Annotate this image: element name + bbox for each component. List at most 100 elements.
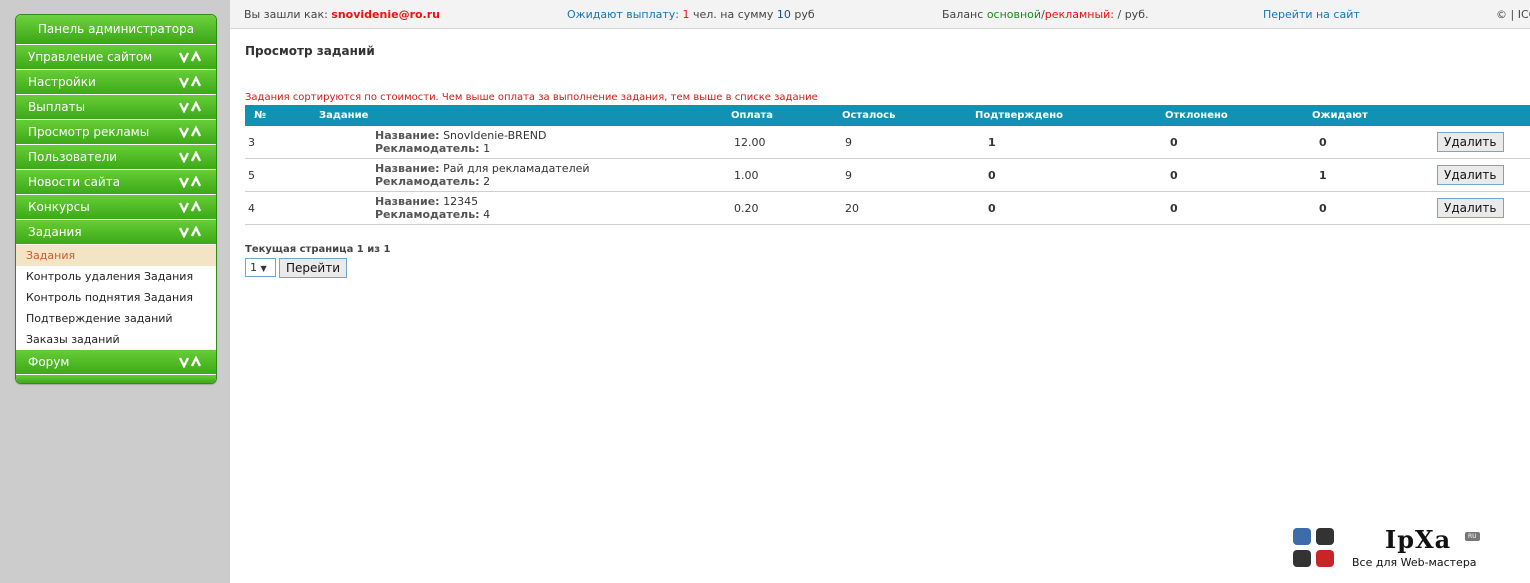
cell-remaining: 9	[833, 158, 966, 192]
submenu-item-delete-control[interactable]: Контроль удаления Задания	[16, 266, 216, 287]
menu-item-label: Конкурсы	[28, 200, 90, 214]
delete-button[interactable]: Удалить	[1437, 165, 1504, 185]
admin-panel: Панель администратора Управление сайтом …	[15, 14, 217, 384]
logo-badge: RU	[1465, 532, 1480, 541]
column-header-task: Задание	[310, 105, 722, 126]
cell-rejected: 0	[1156, 191, 1303, 225]
balance-info: Баланс основной/рекламный: / руб.	[942, 8, 1148, 21]
cell-rejected: 0	[1156, 126, 1303, 159]
submenu-item-task-confirmation[interactable]: Подтверждение заданий	[16, 308, 216, 329]
balance-ad: рекламный:	[1044, 8, 1114, 21]
logo-tagline: Все для Web-мастера	[1352, 556, 1477, 569]
cell-confirmed: 0	[966, 191, 1156, 225]
task-name: Рай для рекламадателей	[443, 162, 590, 175]
pending-sum: 10	[776, 8, 791, 21]
cell-task: Название: 12345 Рекламодатель: 4	[310, 191, 722, 225]
cell-waiting: 0	[1303, 126, 1434, 159]
menu-item-news[interactable]: Новости сайта	[16, 170, 216, 195]
logo-name: IpXa	[1385, 525, 1452, 554]
submenu-item-tasks[interactable]: Задания	[16, 245, 216, 266]
delete-button[interactable]: Удалить	[1437, 132, 1504, 152]
chevron-toggle-icon	[179, 356, 201, 368]
menu-item-users[interactable]: Пользователи	[16, 145, 216, 170]
table-row: 3 Название: SnovIdenie-BREND Рекламодате…	[245, 126, 1530, 159]
column-header-number: №	[245, 105, 310, 126]
menu-item-contests[interactable]: Конкурсы	[16, 195, 216, 220]
submenu-item-task-orders[interactable]: Заказы заданий	[16, 329, 216, 350]
cell-actions: Удалить	[1434, 191, 1530, 225]
cell-remaining: 20	[833, 191, 966, 225]
sort-note: Задания сортируются по стоимости. Чем вы…	[245, 92, 818, 103]
cell-number: 3	[245, 126, 310, 159]
go-button[interactable]: Перейти	[279, 258, 347, 278]
goto-site-link[interactable]: Перейти на сайт	[1263, 8, 1360, 21]
advertiser-id: 2	[483, 175, 491, 188]
chevron-toggle-icon	[179, 176, 201, 188]
advertiser-label: Рекламодатель:	[375, 142, 480, 155]
cell-waiting: 0	[1303, 191, 1434, 225]
cell-task: Название: Рай для рекламадателей Рекламо…	[310, 158, 722, 192]
tasks-submenu: Задания Контроль удаления Задания Контро…	[16, 245, 216, 350]
menu-item-forum[interactable]: Форум	[16, 350, 216, 375]
chevron-toggle-icon	[179, 51, 201, 63]
table-row: 5 Название: Рай для рекламадателей Рекла…	[245, 158, 1530, 192]
balance-label: Баланс	[942, 8, 984, 21]
delete-button[interactable]: Удалить	[1437, 198, 1504, 218]
menu-item-tasks[interactable]: Задания	[16, 220, 216, 245]
chevron-toggle-icon	[179, 226, 201, 238]
menu-item-ad-view[interactable]: Просмотр рекламы	[16, 120, 216, 145]
menu-item-label: Просмотр рекламы	[28, 125, 150, 139]
column-header-remaining: Осталось	[833, 105, 966, 126]
cell-actions: Удалить	[1434, 158, 1530, 192]
advertiser-label: Рекламодатель:	[375, 175, 480, 188]
logged-in-info: Вы зашли как: snovidenie@ro.ru	[244, 8, 440, 21]
menu-item-label: Новости сайта	[28, 175, 121, 189]
menu-item-payouts[interactable]: Выплаты	[16, 95, 216, 120]
name-label: Название:	[375, 195, 440, 208]
chevron-toggle-icon	[179, 151, 201, 163]
cell-pay: 1.00	[722, 158, 833, 192]
menu-item-label: Выплаты	[28, 100, 86, 114]
table-header-row: № Задание Оплата Осталось Подтверждено О…	[245, 105, 1530, 126]
name-label: Название:	[375, 162, 440, 175]
pending-payouts-label[interactable]: Ожидают выплату:	[567, 8, 679, 21]
cell-waiting: 1	[1303, 158, 1434, 192]
column-header-waiting: Ожидают	[1303, 105, 1434, 126]
sidebar: Панель администратора Управление сайтом …	[0, 0, 230, 583]
cell-confirmed: 0	[966, 158, 1156, 192]
balance-value: / руб.	[1117, 8, 1149, 21]
menu-item-site-management[interactable]: Управление сайтом	[16, 45, 216, 70]
cell-rejected: 0	[1156, 158, 1303, 192]
logo-squares-icon	[1293, 528, 1334, 567]
chevron-toggle-icon	[179, 201, 201, 213]
cell-pay: 12.00	[722, 126, 833, 159]
ipxa-logo[interactable]: IpXa RU Все для Web-мастера	[1290, 525, 1490, 575]
advertiser-id: 1	[483, 142, 491, 155]
task-name: SnovIdenie-BREND	[443, 129, 547, 142]
chevron-toggle-icon	[179, 101, 201, 113]
page-select-value: 1	[250, 261, 257, 274]
pager-text: Текущая страница 1 из 1	[245, 244, 391, 255]
chevron-toggle-icon	[179, 76, 201, 88]
advertiser-label: Рекламодатель:	[375, 208, 480, 221]
column-header-pay: Оплата	[722, 105, 833, 126]
column-header-actions	[1434, 105, 1530, 126]
menu-item-label: Настройки	[28, 75, 96, 89]
cell-number: 5	[245, 158, 310, 192]
page-select[interactable]: 1 ▼	[245, 258, 276, 277]
top-status-bar: Вы зашли как: snovidenie@ro.ru Ожидают в…	[230, 0, 1530, 29]
submenu-item-raise-control[interactable]: Контроль поднятия Задания	[16, 287, 216, 308]
column-header-rejected: Отклонено	[1156, 105, 1303, 126]
menu-item-label: Задания	[28, 225, 82, 239]
cell-number: 4	[245, 191, 310, 225]
menu-item-label: Управление сайтом	[28, 50, 153, 64]
cell-pay: 0.20	[722, 191, 833, 225]
name-label: Название:	[375, 129, 440, 142]
panel-title: Панель администратора	[16, 15, 216, 45]
tasks-table: № Задание Оплата Осталось Подтверждено О…	[245, 105, 1530, 225]
menu-item-settings[interactable]: Настройки	[16, 70, 216, 95]
dropdown-arrow-icon: ▼	[260, 264, 267, 273]
menu-item-label: Форум	[28, 355, 70, 369]
column-header-confirmed: Подтверждено	[966, 105, 1156, 126]
panel-footer	[16, 375, 216, 383]
